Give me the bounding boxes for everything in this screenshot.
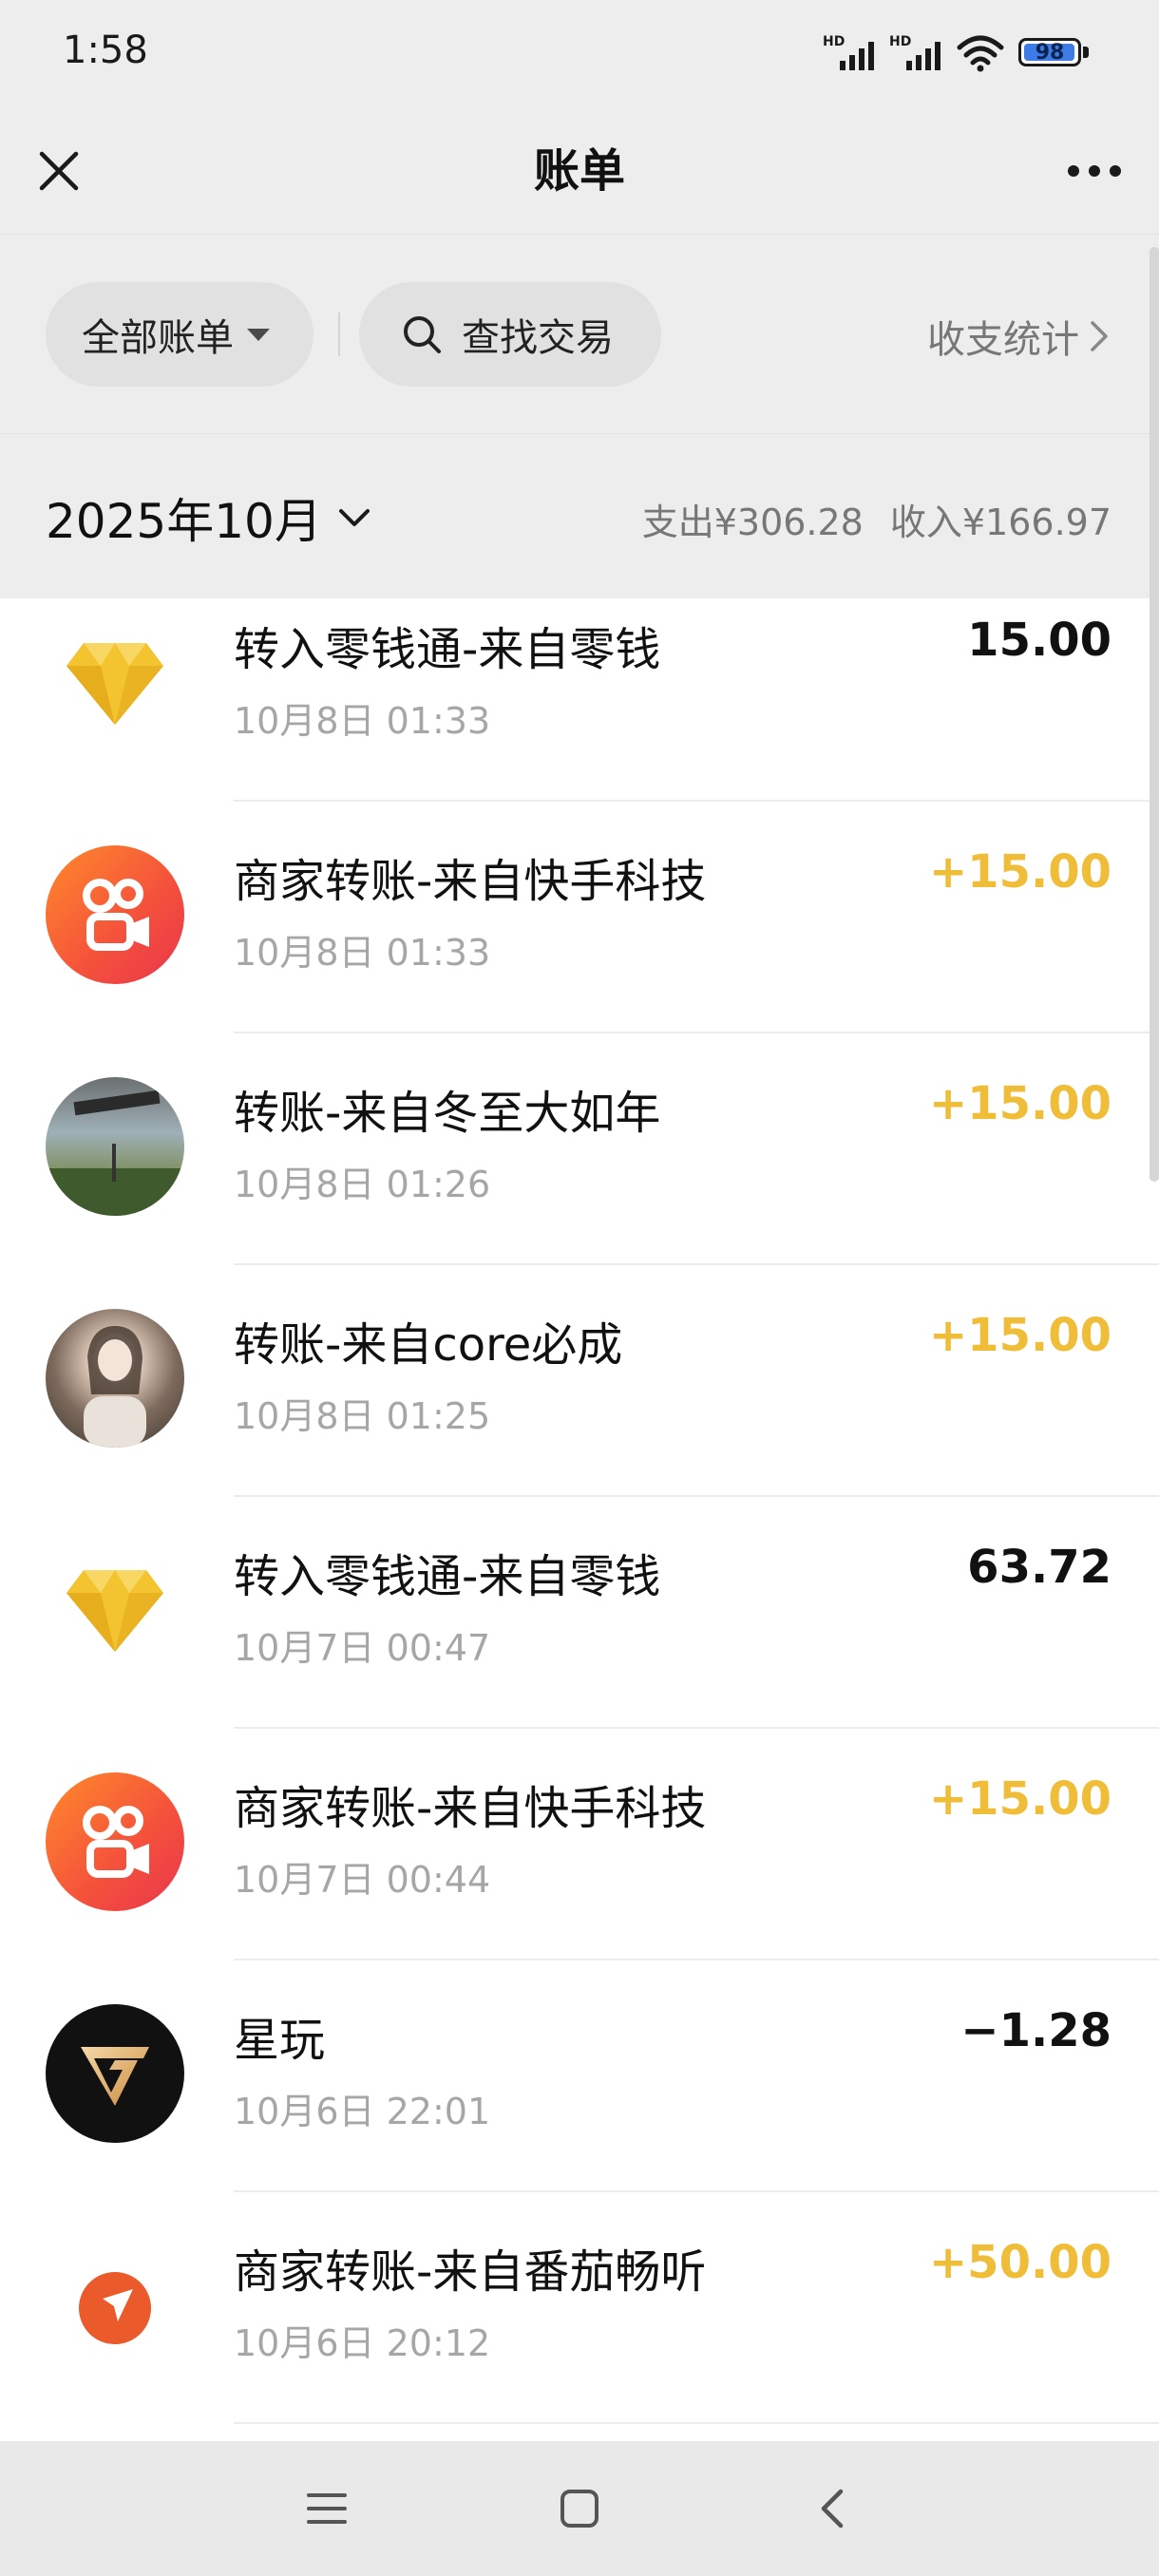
stats-label: 收支统计: [927, 318, 1079, 362]
more-icon: [1068, 165, 1121, 177]
search-icon: [404, 316, 441, 353]
cellular-signal-icon: HD: [889, 32, 942, 74]
user-avatar: [46, 1309, 184, 1448]
home-button[interactable]: [542, 2475, 618, 2542]
nav-bar: 账单: [0, 112, 1159, 234]
page-title: 账单: [533, 144, 625, 198]
xingwan-logo: [46, 2004, 184, 2143]
month-header: 2025年10月 支出¥306.28 收入¥166.97: [0, 433, 1159, 598]
chevron-right-icon: [1091, 321, 1108, 351]
transaction-amount: +15.00: [928, 1309, 1112, 1362]
scrollbar[interactable]: [1150, 247, 1159, 1182]
transaction-time: 10月6日 22:01: [234, 2091, 491, 2132]
transaction-row[interactable]: 转入零钱通-来自零钱 10月8日 01:33 15.00: [0, 598, 1159, 802]
all-bills-filter[interactable]: 全部账单: [46, 282, 314, 387]
transaction-title: 星玩: [234, 2014, 326, 2067]
status-icons: HD HD 98: [823, 30, 1092, 76]
month-label: 2025年10月: [46, 494, 322, 549]
recent-apps-button[interactable]: [289, 2475, 365, 2542]
status-bar: 1:58 HD HD 98: [0, 0, 1159, 112]
system-nav-bar: [0, 2441, 1159, 2576]
battery-icon: 98: [1018, 36, 1092, 70]
filter-bar: 全部账单 查找交易 收支统计: [0, 234, 1159, 433]
transaction-title: 转入零钱通-来自零钱: [234, 1550, 661, 1603]
transaction-title: 转账-来自core必成: [234, 1318, 623, 1372]
menu-icon: [307, 2493, 347, 2524]
caret-down-icon: [247, 328, 270, 341]
filter-divider: [338, 313, 340, 356]
chevron-down-icon: [338, 509, 370, 526]
search-transactions-button[interactable]: 查找交易: [359, 282, 661, 387]
transaction-title: 转入零钱通-来自零钱: [234, 623, 661, 676]
transaction-time: 10月7日 00:44: [234, 1859, 491, 1901]
transaction-amount: +50.00: [928, 2236, 1112, 2289]
transaction-time: 10月8日 01:33: [234, 932, 491, 974]
month-picker[interactable]: 2025年10月: [46, 483, 371, 552]
back-icon: [821, 2489, 844, 2529]
transaction-row[interactable]: 转入零钱通-来自零钱 10月7日 00:47 63.72: [0, 1497, 1159, 1729]
transaction-amount: 63.72: [967, 1541, 1112, 1594]
transaction-title: 商家转账-来自快手科技: [234, 855, 707, 908]
transaction-amount: 15.00: [967, 614, 1112, 667]
transaction-time: 10月8日 01:25: [234, 1395, 491, 1437]
transaction-title: 转账-来自冬至大如年: [234, 1087, 661, 1140]
month-summary: 支出¥306.28 收入¥166.97: [642, 493, 1112, 545]
cellular-signal-icon: HD: [823, 32, 876, 74]
transaction-time: 10月8日 01:33: [234, 700, 491, 742]
diamond-icon: [46, 1541, 184, 1679]
transaction-row[interactable]: 转账-来自core必成 10月8日 01:25 +15.00: [0, 1265, 1159, 1497]
all-bills-label: 全部账单: [82, 316, 234, 360]
transaction-row[interactable]: 商家转账-来自番茄畅听 10月6日 20:12 +50.00: [0, 2192, 1159, 2424]
transaction-row[interactable]: 转账-来自冬至大如年 10月8日 01:26 +15.00: [0, 1033, 1159, 1265]
transaction-row[interactable]: 星玩 10月6日 22:01 −1.28: [0, 1960, 1159, 2192]
transaction-list: 转入零钱通-来自零钱 10月8日 01:33 15.00 商家转账-来自快手科技…: [0, 598, 1159, 2424]
more-button[interactable]: [1053, 137, 1136, 205]
income-total: 收入¥166.97: [889, 502, 1112, 543]
transaction-row[interactable]: 商家转账-来自快手科技 10月8日 01:33 +15.00: [0, 802, 1159, 1033]
transaction-amount: −1.28: [960, 2004, 1112, 2057]
transaction-amount: +15.00: [928, 1077, 1112, 1130]
transaction-row[interactable]: 商家转账-来自快手科技 10月7日 00:44 +15.00: [0, 1729, 1159, 1960]
transaction-time: 10月7日 00:47: [234, 1627, 491, 1669]
transaction-amount: +15.00: [928, 845, 1112, 899]
fanqie-logo: [46, 2236, 184, 2375]
transaction-time: 10月6日 20:12: [234, 2322, 491, 2364]
home-icon: [560, 2490, 598, 2528]
wifi-icon: [957, 35, 1004, 72]
search-label: 查找交易: [462, 316, 614, 360]
transaction-time: 10月8日 01:26: [234, 1164, 491, 1205]
kuaishou-logo: [46, 1772, 184, 1911]
transaction-amount: +15.00: [928, 1772, 1112, 1826]
income-expense-stats-link[interactable]: 收支统计: [927, 309, 1110, 364]
transaction-title: 商家转账-来自番茄畅听: [234, 2245, 707, 2299]
kuaishou-logo: [46, 845, 184, 984]
diamond-icon: [46, 614, 184, 752]
status-time: 1:58: [63, 28, 148, 72]
transaction-title: 商家转账-来自快手科技: [234, 1782, 707, 1835]
battery-level: 98: [1035, 40, 1065, 65]
expense-total: 支出¥306.28: [641, 502, 864, 543]
user-avatar: [46, 1077, 184, 1216]
back-button[interactable]: [794, 2475, 870, 2542]
